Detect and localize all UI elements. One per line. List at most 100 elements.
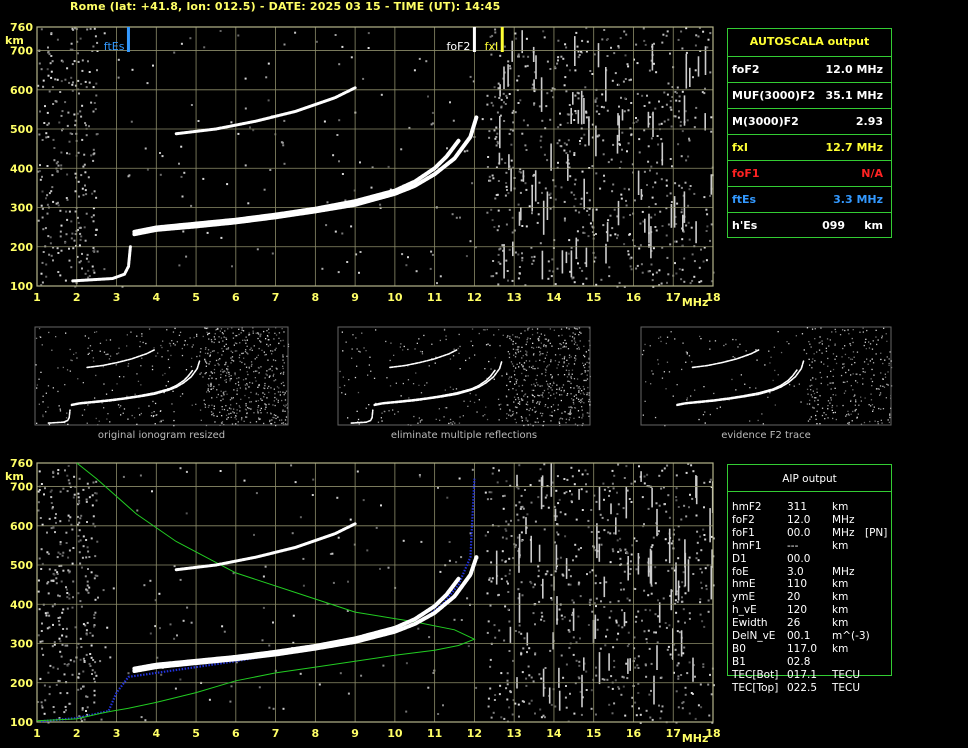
bottom-xtick-3: 3 [113, 727, 121, 740]
bottom-xtick-1: 1 [33, 727, 41, 740]
autoscala-row-value: N/A [861, 167, 883, 180]
aip-row-value: 02.8 [787, 655, 811, 668]
aip-row-b0: B0 117.0 km [732, 643, 902, 655]
top-xtick-11: 11 [427, 291, 442, 304]
autoscala-row-fof1: foF1 N/A [728, 160, 891, 187]
aip-row-value: 20 [787, 591, 801, 604]
bottom-xtick-6: 6 [232, 727, 240, 740]
bottom-ytick-200: 200 [10, 677, 33, 690]
bottom-xtick-2: 2 [73, 727, 81, 740]
bottom-ytick-760: 760 [10, 457, 33, 470]
top-xtick-2: 2 [73, 291, 81, 304]
aip-row-unit: MHz [832, 565, 855, 578]
autoscala-row-label: ftEs [732, 193, 757, 206]
aip-row-value: 26 [787, 617, 801, 630]
autoscala-row-label: fxI [732, 141, 748, 154]
autoscala-row-value: 3.3 MHz [833, 193, 883, 206]
top-plot: 1 2 3 4 5 6 7 8 9 10 11 12 13 14 15 16 17 181002003004005… [5, 21, 721, 309]
bottom-ytick-300: 300 [10, 638, 33, 651]
aip-row-label: Ewidth [732, 617, 768, 630]
bottom-profile-curve [36, 462, 476, 722]
bottom-xtick-16: 16 [626, 727, 642, 740]
autoscala-row-label: foF2 [732, 63, 760, 76]
thumbnail-1 [34, 326, 290, 427]
aip-row-value: 12.0 [787, 513, 811, 526]
bottom-xtick-15: 15 [586, 727, 601, 740]
bottom-xlabel: MHz [682, 732, 709, 745]
autoscala-row-fxi: fxI 12.7 MHz [728, 134, 891, 161]
aip-row-unit: km [832, 604, 849, 617]
aip-output-table: AIP output hmF2 311 km foF2 12.0 MHz foF1 00.0 M… [727, 464, 892, 694]
aip-row-unit: km [832, 539, 849, 552]
aip-row-unit: km [832, 591, 849, 604]
bottom-ylabel: km [5, 470, 24, 483]
bottom-noise [37, 463, 715, 724]
marker-label-ftEs: ftEs [104, 40, 125, 53]
top-ytick-300: 300 [10, 202, 33, 215]
aip-row-value: 017.1 [787, 668, 818, 681]
aip-row-label: h_vE [732, 604, 757, 617]
bottom-ytick-400: 400 [10, 598, 33, 611]
autoscala-row-m-3000-f2: M(3000)F2 2.93 [728, 108, 891, 135]
aip-row-label: foE [732, 565, 749, 578]
aip-row-h-ve: h_vE 120 km [732, 604, 902, 616]
top-xtick-15: 15 [586, 291, 601, 304]
aip-row-label: foF1 [732, 526, 755, 539]
top-ytick-600: 600 [10, 84, 33, 97]
bottom-fit-trace [40, 478, 476, 723]
aip-row-tec-top-: TEC[Top] 022.5 TECU [732, 682, 902, 694]
aip-row-label: DelN_vE [732, 630, 776, 642]
aip-row-unit: TECU [832, 681, 861, 694]
autoscala-row-fof2: foF2 12.0 MHz [728, 56, 891, 83]
autoscala-row-value: 12.7 MHz [825, 141, 883, 154]
aip-row-tec-bot-: TEC[Bot] 017.1 TECU [732, 669, 902, 681]
aip-row-fof2: foF2 12.0 MHz [732, 514, 902, 526]
top-grid [36, 27, 714, 287]
top-trace-2 [174, 86, 357, 136]
bottom-xtick-13: 13 [507, 727, 522, 740]
top-xtick-13: 13 [507, 291, 522, 304]
bottom-grid [36, 463, 714, 723]
autoscala-row-ftes: ftEs 3.3 MHz [728, 186, 891, 213]
bottom-xtick-14: 14 [546, 727, 562, 740]
bottom-xtick-8: 8 [312, 727, 320, 740]
aip-row-unit: km [832, 617, 849, 630]
top-ytick-200: 200 [10, 241, 33, 254]
aip-row-hmf1: hmF1 --- km [732, 540, 902, 552]
aip-title: AIP output [782, 473, 837, 485]
aip-row-label: foF2 [732, 513, 755, 526]
aip-row-value: --- [787, 539, 799, 552]
top-xtick-16: 16 [626, 291, 642, 304]
marker-label-foF2: foF2 [446, 40, 470, 53]
top-xtick-5: 5 [192, 291, 200, 304]
bottom-xtick-12: 12 [467, 727, 482, 740]
aip-row-unit: MHz [832, 513, 855, 526]
top-ytick-500: 500 [10, 123, 33, 136]
bottom-trace-3 [132, 576, 461, 671]
aip-row-label: TEC[Bot] [732, 668, 779, 681]
aip-row-unit: MHz [832, 526, 855, 539]
autoscala-output-table: AUTOSCALA output foF2 12.0 MHz MUF(3000)F2… [727, 28, 892, 238]
top-ylabel: km [5, 34, 24, 47]
aip-row-value: 00.1 [787, 630, 811, 642]
bottom-xtick-17: 17 [666, 727, 681, 740]
top-xtick-4: 4 [152, 291, 160, 304]
top-xtick-7: 7 [272, 291, 280, 304]
aip-row-d1: D1 00.0 [732, 553, 902, 565]
thumbnail-caption-eliminate: eliminate multiple reflections [390, 430, 538, 441]
aip-row-label: ymE [732, 591, 756, 604]
bottom-ytick-500: 500 [10, 559, 33, 572]
top-xtick-6: 6 [232, 291, 240, 304]
aip-row-value: 110 [787, 578, 808, 591]
bottom-xtick-11: 11 [427, 727, 442, 740]
autoscala-row-value: 099 km [822, 219, 883, 232]
aip-row-extra: [PN] [865, 526, 888, 539]
aip-row-value: 311 [787, 501, 808, 513]
bottom-plot: 1 2 3 4 5 6 7 8 9 10 11 12 13 14 15 16 17 181002003004005… [5, 457, 721, 745]
aip-row-label: D1 [732, 552, 747, 565]
aip-row-value: 117.0 [787, 642, 818, 655]
aip-row-unit: m^(-3) [832, 630, 870, 642]
top-noise [37, 27, 715, 288]
top-xtick-14: 14 [546, 291, 562, 304]
top-xtick-10: 10 [387, 291, 403, 304]
